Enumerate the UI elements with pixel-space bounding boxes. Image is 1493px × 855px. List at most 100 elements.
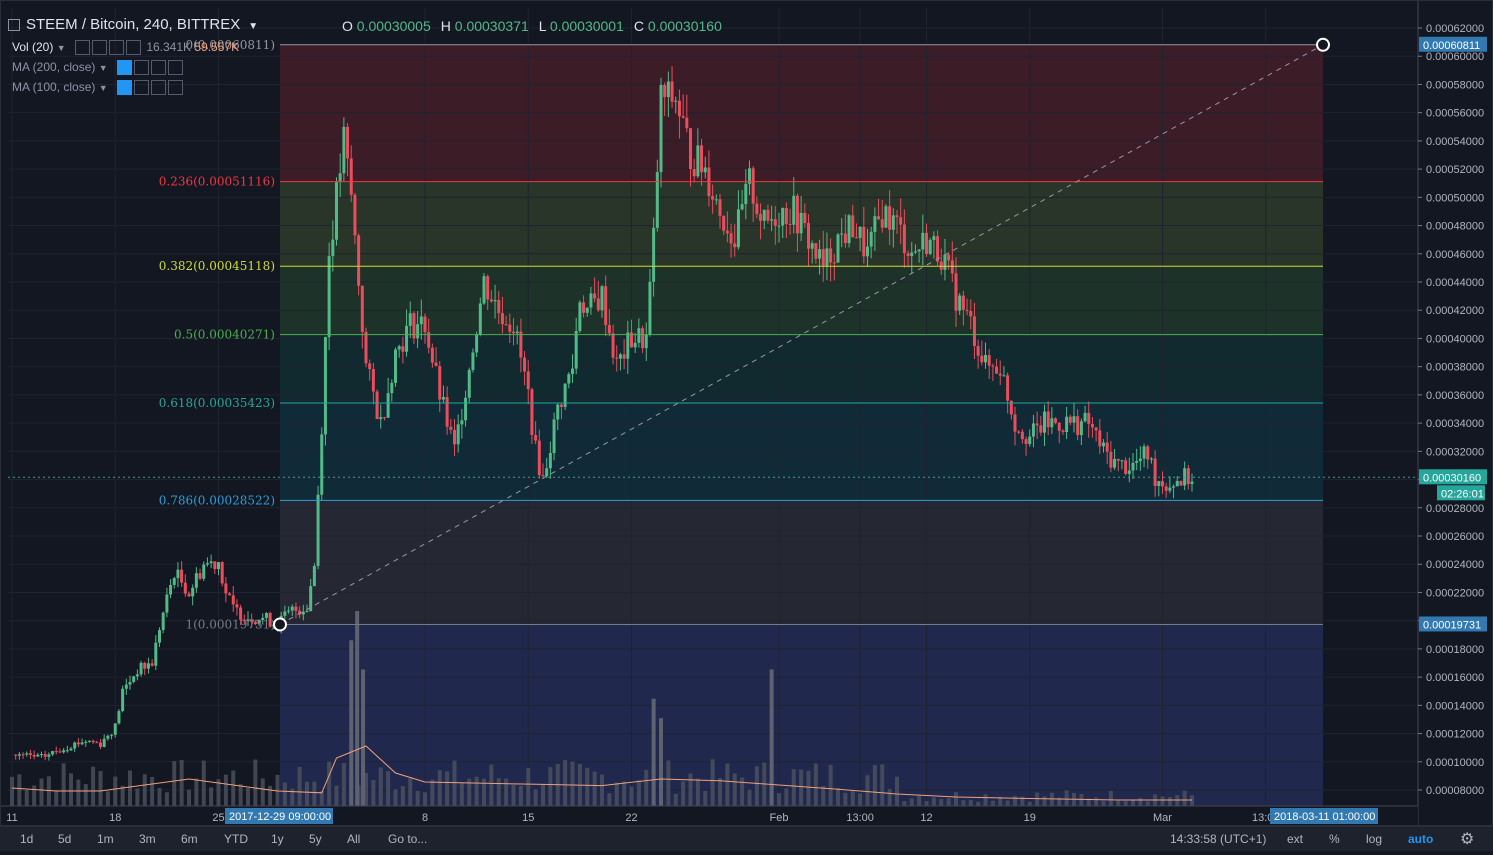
candle-body (106, 735, 110, 739)
range-button-all[interactable]: All (347, 832, 360, 846)
volume-bar (541, 784, 545, 806)
range-button-1d[interactable]: 1d (20, 832, 33, 846)
gear-icon[interactable] (91, 40, 107, 56)
volume-bar (887, 788, 892, 806)
candle-body (1164, 486, 1168, 491)
candle-body (198, 573, 202, 579)
fib-start-handle[interactable] (273, 617, 287, 632)
candle-body (438, 366, 442, 400)
close-icon[interactable] (167, 80, 183, 96)
range-button-1m[interactable]: 1m (97, 832, 114, 846)
range-button-1y[interactable]: 1y (271, 832, 284, 846)
eye-icon[interactable] (74, 40, 90, 56)
ohlc-value: 0.00030160 (647, 18, 722, 34)
candle-body (386, 393, 390, 418)
candle-body (1087, 412, 1091, 424)
range-button-5d[interactable]: 5d (58, 832, 71, 846)
volume-bar (850, 791, 855, 806)
chevron-down-icon[interactable]: ▼ (99, 83, 108, 93)
plus-icon[interactable] (150, 60, 166, 76)
candle-body (766, 209, 770, 221)
fib-level-label: 0.382(0.00045118) (159, 259, 275, 273)
volume-bar (924, 801, 929, 806)
candle-body (102, 738, 106, 747)
time-axis[interactable]: 11 18 25 8 15 22 Feb 13:00 12 19 Mar 13:002017-12-2… (0, 805, 1418, 826)
price-tick-label: 0.00032000 (1426, 446, 1484, 458)
bottom-toolbar: 1d 5d 1m 3m 6m YTD 1y 5y All Go to... 14… (0, 826, 1493, 851)
chevron-down-icon[interactable]: ▼ (99, 63, 108, 73)
gear-icon[interactable]: ⚙ (1460, 829, 1474, 849)
candle-body (1065, 416, 1069, 433)
collapse-icon[interactable] (8, 19, 20, 32)
candle-body (607, 325, 611, 334)
price-tick-label: 0.00056000 (1426, 108, 1484, 120)
chevron-down-icon[interactable]: ▼ (57, 43, 66, 53)
volume-bar (312, 781, 317, 806)
chevron-down-icon[interactable]: ▼ (248, 21, 258, 32)
candle-body (519, 331, 523, 358)
candle-body (128, 681, 132, 685)
candle-body (1135, 461, 1139, 463)
candle-body (478, 303, 482, 335)
ext-button[interactable]: ext (1287, 832, 1303, 846)
volume-bar (725, 763, 730, 806)
gear-icon[interactable] (133, 80, 149, 96)
volume-bar (1042, 796, 1047, 806)
close-icon[interactable] (167, 60, 183, 76)
symbol-legend[interactable]: STEEM / Bitcoin, 240, BITTREX ▼ (8, 16, 266, 33)
candle-body (958, 295, 962, 311)
fib-end-handle[interactable] (1316, 37, 1330, 52)
candle-body (585, 307, 589, 313)
price-chart[interactable]: 0(0.00060811)0.236(0.00051116)0.382(0.00… (0, 0, 1493, 855)
volume-bar (747, 789, 752, 806)
volume-bar (415, 790, 420, 806)
candle-body (1116, 458, 1120, 461)
time-tick-label: Mar (1153, 812, 1172, 824)
candle-body (1168, 487, 1172, 491)
candle-body (984, 355, 987, 363)
candle-body (818, 249, 822, 259)
candle-body (205, 563, 209, 565)
price-tick-label: 0.00058000 (1426, 79, 1484, 91)
candle-body (1006, 375, 1010, 401)
indicator-volume[interactable]: Vol (20) ▼ 16.341K 59.557K (12, 40, 239, 56)
candle-body (482, 276, 486, 304)
candle-body (910, 252, 914, 256)
volume-bar (452, 760, 457, 806)
range-button-3m[interactable]: 3m (139, 832, 156, 846)
percent-button[interactable]: % (1329, 832, 1340, 846)
price-axis[interactable]: 0.00062000 0.00060000 0.00058000 0.00056000… (1417, 0, 1493, 826)
range-button-6m[interactable]: 6m (181, 832, 198, 846)
symbol-title: STEEM / Bitcoin, 240, BITTREX (26, 16, 241, 33)
auto-button[interactable]: auto (1408, 832, 1433, 846)
candle-body (1090, 423, 1094, 428)
goto-button[interactable]: Go to... (388, 832, 427, 846)
volume-bar (1064, 790, 1069, 806)
candle-body (906, 253, 910, 256)
plus-icon[interactable] (108, 40, 124, 56)
eye-icon[interactable] (116, 80, 132, 96)
gear-icon[interactable] (133, 60, 149, 76)
plus-icon[interactable] (150, 80, 166, 96)
fib-level-label: 0.618(0.00035423) (159, 396, 275, 410)
candle-body (829, 248, 833, 263)
volume-bar (769, 669, 774, 806)
candle-body (788, 223, 792, 225)
volume-bar (157, 787, 162, 806)
candle-body (76, 742, 80, 745)
indicator-ma100[interactable]: MA (100, close) ▼ (12, 80, 185, 96)
range-button-5y[interactable]: 5y (309, 832, 322, 846)
indicator-ma200[interactable]: MA (200, close) ▼ (12, 60, 185, 76)
candle-body (700, 145, 704, 173)
log-button[interactable]: log (1366, 832, 1382, 846)
candle-body (659, 84, 663, 173)
volume-bar (1035, 792, 1040, 806)
candle-body (1039, 425, 1043, 433)
candle-body (187, 593, 191, 597)
eye-icon[interactable] (116, 60, 132, 76)
close-icon[interactable] (125, 40, 141, 56)
range-button-ytd[interactable]: YTD (224, 832, 248, 846)
fib-level-label: 0.5(0.00040271) (174, 328, 275, 342)
candle-body (290, 606, 294, 611)
volume-bar (872, 764, 877, 806)
